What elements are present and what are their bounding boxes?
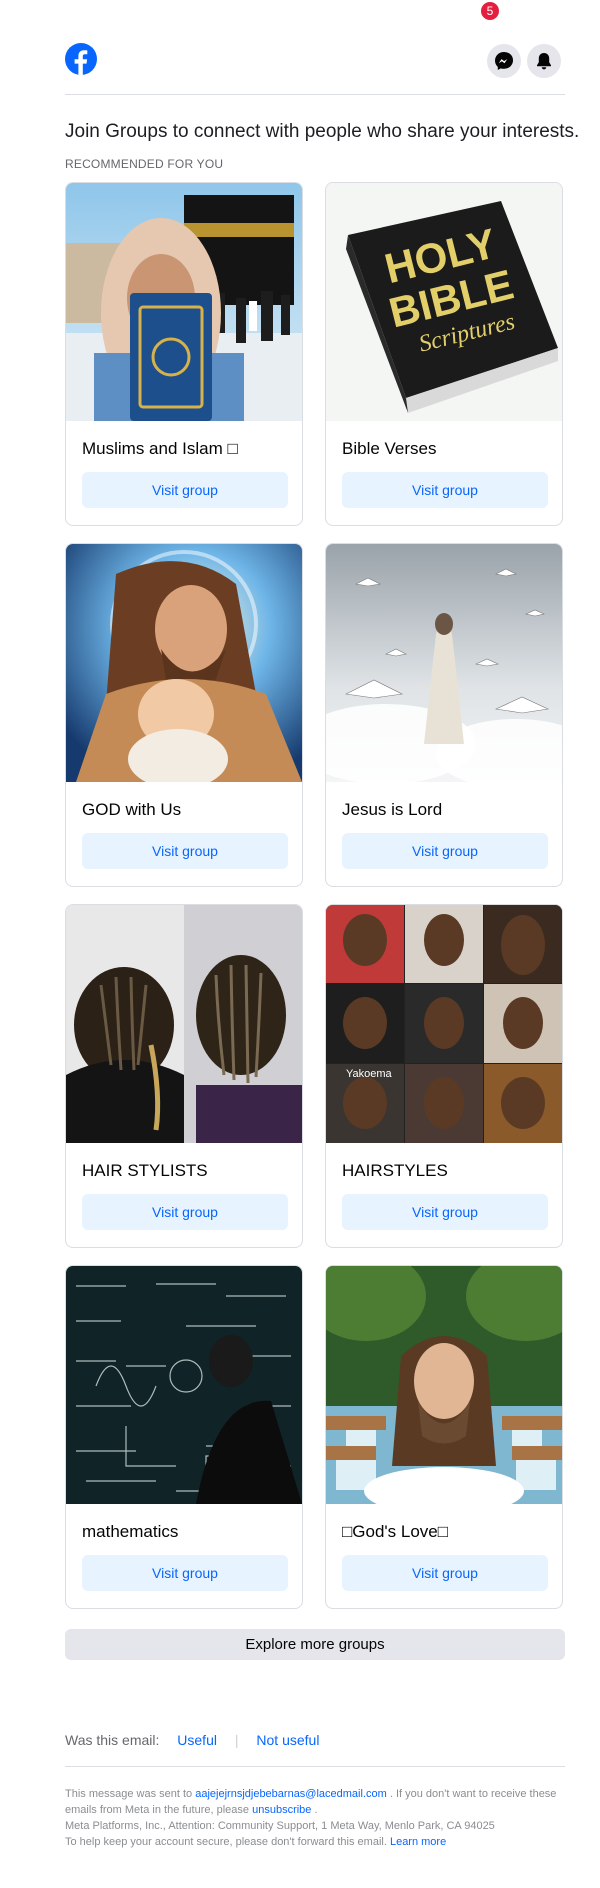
unsubscribe-link[interactable]: unsubscribe <box>252 1804 311 1816</box>
learn-more-link[interactable]: Learn more <box>390 1836 446 1848</box>
group-name[interactable]: GOD with Us <box>82 800 181 820</box>
notifications-button[interactable] <box>527 44 561 78</box>
group-cover-image[interactable] <box>66 905 302 1143</box>
email-footer: This message was sent to aajejejrnsjdjeb… <box>65 1786 570 1850</box>
visit-group-button[interactable]: Visit group <box>342 472 548 508</box>
group-card[interactable]: mathematics Visit group <box>65 1265 303 1609</box>
group-name[interactable]: HAIR STYLISTS <box>82 1161 208 1181</box>
visit-group-button[interactable]: Visit group <box>82 1194 288 1230</box>
group-card[interactable]: GOD with Us Visit group <box>65 543 303 887</box>
group-cover-image[interactable]: Yakoema <box>326 905 562 1143</box>
intro-headline: Join Groups to connect with people who s… <box>65 121 580 142</box>
facebook-logo-icon[interactable] <box>65 43 97 75</box>
footer-security-note: To help keep your account secure, please… <box>65 1836 387 1848</box>
useful-link[interactable]: Useful <box>177 1732 217 1748</box>
group-card[interactable]: Yakoema HAIRSTYLES Visit group <box>325 904 563 1248</box>
email-feedback: Was this email: Useful | Not useful <box>65 1732 319 1748</box>
notification-badge: 5 <box>481 2 499 20</box>
recipient-email-link[interactable]: aajejejrnsjdjebebarnas@lacedmail.com <box>195 1788 387 1800</box>
visit-group-button[interactable]: Visit group <box>342 1194 548 1230</box>
group-name[interactable]: Jesus is Lord <box>342 800 442 820</box>
email-header <box>65 40 565 95</box>
messenger-icon <box>495 52 513 70</box>
group-name[interactable]: Muslims and Islam □ <box>82 439 238 459</box>
footer-sent-to-prefix: This message was sent to <box>65 1788 193 1800</box>
visit-group-button[interactable]: Visit group <box>82 833 288 869</box>
visit-group-button[interactable]: Visit group <box>342 1555 548 1591</box>
hair-image-watermark: Yakoema <box>346 1068 393 1080</box>
visit-group-button[interactable]: Visit group <box>82 1555 288 1591</box>
not-useful-link[interactable]: Not useful <box>256 1732 319 1748</box>
group-card[interactable]: Jesus is Lord Visit group <box>325 543 563 887</box>
feedback-question: Was this email: <box>65 1732 160 1748</box>
group-cover-image[interactable]: HOLY BIBLE Scriptures <box>326 183 562 421</box>
group-card[interactable]: HOLY BIBLE Scriptures Bible Verses Visit… <box>325 182 563 526</box>
bell-icon <box>537 53 551 70</box>
footer-divider <box>65 1766 565 1767</box>
group-name[interactable]: Bible Verses <box>342 439 437 459</box>
visit-group-button[interactable]: Visit group <box>342 833 548 869</box>
group-cover-image[interactable] <box>66 544 302 782</box>
group-card[interactable]: Muslims and Islam □ Visit group <box>65 182 303 526</box>
footer-period: . <box>314 1804 318 1816</box>
section-label: RECOMMENDED FOR YOU <box>65 157 224 171</box>
group-card[interactable]: HAIR STYLISTS Visit group <box>65 904 303 1248</box>
group-name[interactable]: mathematics <box>82 1522 178 1542</box>
group-name[interactable]: □God's Love□ <box>342 1522 448 1542</box>
group-cover-image[interactable] <box>66 183 302 421</box>
group-cover-image[interactable] <box>326 1266 562 1504</box>
group-card[interactable]: □God's Love□ Visit group <box>325 1265 563 1609</box>
footer-address: Meta Platforms, Inc., Attention: Communi… <box>65 1820 495 1832</box>
messenger-button[interactable] <box>487 44 521 78</box>
group-cover-image[interactable] <box>326 544 562 782</box>
group-cover-image[interactable] <box>66 1266 302 1504</box>
group-name[interactable]: HAIRSTYLES <box>342 1161 448 1181</box>
visit-group-button[interactable]: Visit group <box>82 472 288 508</box>
feedback-separator: | <box>234 1732 239 1748</box>
explore-more-groups-button[interactable]: Explore more groups <box>65 1629 565 1660</box>
